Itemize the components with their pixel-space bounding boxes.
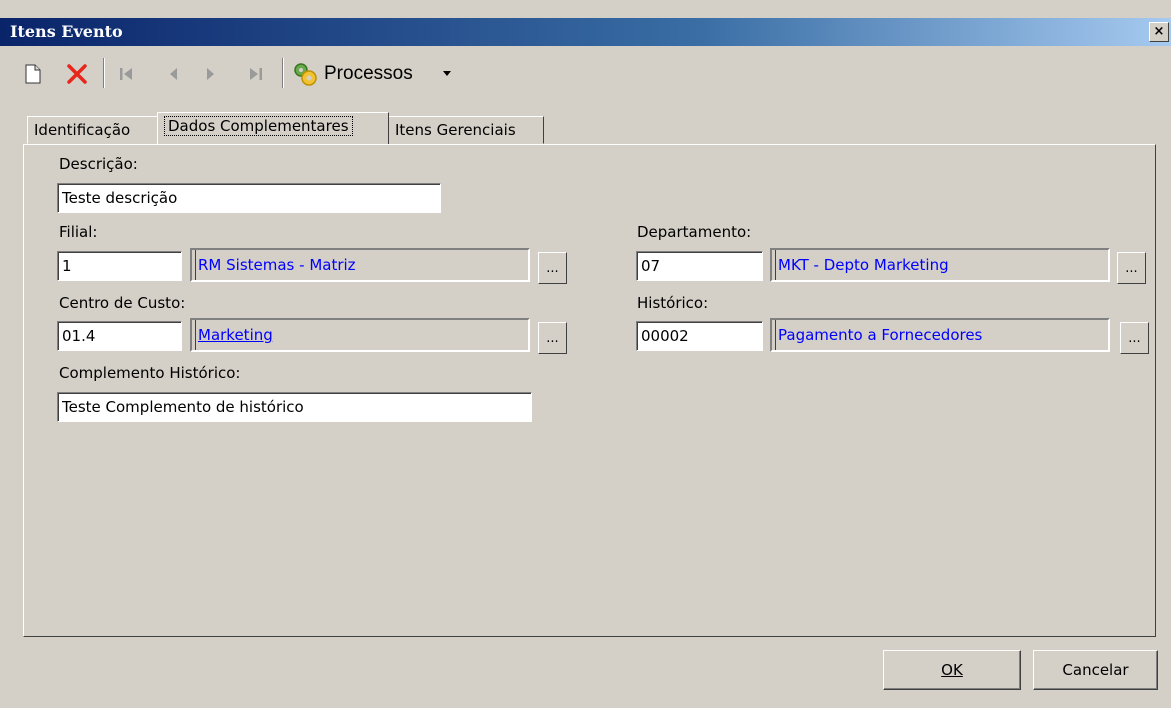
historico-name-field: Pagamento a Fornecedores	[770, 318, 1110, 352]
ok-label: OK	[941, 661, 963, 679]
centro-custo-lookup-button[interactable]: ...	[538, 322, 567, 354]
chevron-down-icon	[442, 71, 451, 76]
processos-button[interactable]: Processos	[292, 60, 482, 88]
toolbar-separator	[282, 58, 284, 88]
centro-custo-code-input[interactable]: 01.4	[57, 321, 182, 351]
departamento-lookup-button[interactable]: ...	[1117, 252, 1146, 284]
processos-icon	[294, 63, 317, 86]
previous-record-button[interactable]	[160, 60, 186, 88]
filial-label: Filial:	[59, 223, 98, 241]
delete-button[interactable]	[62, 60, 92, 88]
tab-label: Identificação	[34, 121, 131, 139]
last-record-button[interactable]	[243, 60, 269, 88]
complemento-input[interactable]: Teste Complemento de histórico	[57, 392, 532, 422]
next-record-button[interactable]	[198, 60, 224, 88]
tab-itens-gerenciais[interactable]: Itens Gerenciais	[388, 116, 544, 144]
descricao-label: Descrição:	[59, 155, 138, 173]
first-record-icon	[120, 68, 132, 80]
tab-dados-complementares[interactable]: Dados Complementares	[157, 112, 389, 144]
historico-name: Pagamento a Fornecedores	[775, 320, 982, 350]
centro-custo-link[interactable]: Marketing	[195, 320, 273, 350]
tab-identificacao[interactable]: Identificação	[27, 116, 159, 144]
departamento-name-field: MKT - Depto Marketing	[770, 248, 1110, 282]
filial-name-field: RM Sistemas - Matriz	[190, 248, 530, 282]
cancel-label: Cancelar	[1062, 661, 1129, 679]
tab-label: Dados Complementares	[164, 116, 353, 136]
close-button[interactable]: ×	[1149, 22, 1169, 42]
close-icon: ×	[1153, 24, 1165, 39]
last-record-icon	[250, 68, 262, 80]
previous-record-icon	[170, 68, 177, 80]
cancel-button[interactable]: Cancelar	[1033, 650, 1158, 690]
tab-label: Itens Gerenciais	[395, 121, 516, 139]
departamento-code-input[interactable]: 07	[636, 251, 763, 281]
next-record-icon	[207, 68, 214, 80]
filial-name: RM Sistemas - Matriz	[195, 250, 356, 280]
filial-code-input[interactable]: 1	[57, 251, 182, 281]
delete-icon	[67, 64, 87, 84]
processos-label: Processos	[324, 63, 413, 84]
filial-lookup-button[interactable]: ...	[538, 252, 567, 284]
descricao-input[interactable]: Teste descrição	[57, 183, 441, 213]
first-record-button[interactable]	[113, 60, 139, 88]
departamento-name: MKT - Depto Marketing	[775, 250, 949, 280]
historico-code-input[interactable]: 00002	[636, 321, 763, 351]
new-button[interactable]	[22, 60, 44, 88]
complemento-label: Complemento Histórico:	[59, 364, 241, 382]
centro-custo-name-field: Marketing	[190, 318, 530, 352]
window-title: Itens Evento	[10, 22, 123, 41]
historico-lookup-button[interactable]: ...	[1120, 322, 1149, 354]
title-bar: Itens Evento ×	[0, 18, 1171, 46]
departamento-label: Departamento:	[637, 223, 752, 241]
tab-panel	[23, 144, 1156, 637]
historico-label: Histórico:	[637, 294, 709, 312]
toolbar-separator	[103, 58, 105, 88]
ok-button[interactable]: OK	[883, 650, 1021, 690]
new-document-icon	[25, 64, 41, 84]
centro-custo-label: Centro de Custo:	[59, 294, 186, 312]
